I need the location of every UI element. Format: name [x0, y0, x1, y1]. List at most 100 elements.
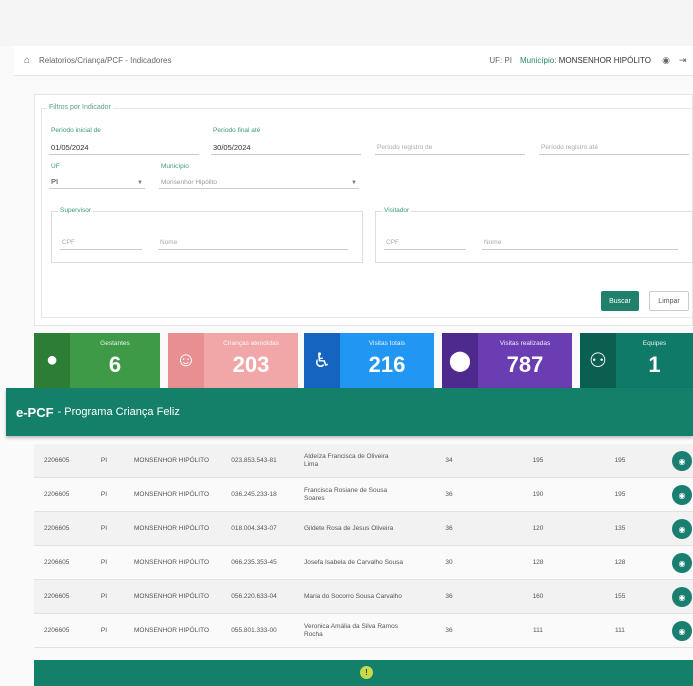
view-eye-icon[interactable]: ◉ — [672, 451, 692, 471]
card-title: Visitas realizadas — [499, 340, 551, 347]
cell-ibge: 2206605 — [44, 627, 70, 634]
walking-icon: ♿ — [304, 333, 340, 388]
card-criancas[interactable]: ☺ Crianças atendidas 203 — [168, 333, 298, 388]
cell-ibge: 2206605 — [44, 491, 70, 498]
card-visitas-realizadas[interactable]: ⬤ Visitas realizadas 787 — [442, 333, 572, 388]
period-start-label: Período inicial de — [51, 127, 101, 134]
card-gestantes[interactable]: ● Gestantes 6 — [34, 333, 160, 388]
bottom-bar: ! — [34, 660, 693, 686]
breadcrumb[interactable]: Relatorios/Criança/PCF - Indicadores — [39, 56, 489, 65]
card-title: Gestantes — [100, 340, 130, 347]
view-eye-icon[interactable]: ◉ — [672, 621, 692, 641]
cell-ibge: 2206605 — [44, 559, 70, 566]
card-title: Visitas totais — [368, 340, 406, 347]
chevron-down-icon: ▼ — [351, 180, 357, 186]
cell-cpf: 018.004.343-07 — [231, 525, 277, 532]
baby-icon: ☺ — [168, 333, 204, 388]
cell-name: Gildete Rosa de Jesus Oliveira — [304, 525, 394, 532]
cell-ibge: 2206605 — [44, 525, 70, 532]
view-eye-icon[interactable]: ◉ — [672, 587, 692, 607]
cell-c2: 128 — [532, 559, 544, 566]
home-icon[interactable]: ⌂ — [24, 55, 34, 66]
period-start-value: 01/05/2024 — [51, 143, 89, 152]
cell-c1: 36 — [445, 491, 453, 498]
cell-c3: 128 — [614, 559, 626, 566]
visitor-cpf-input[interactable]: CPF — [384, 236, 466, 250]
visitor-title: Visitador — [382, 207, 412, 214]
register-end-field[interactable]: Período registro até — [539, 139, 689, 155]
period-end-field[interactable]: Período final até 30/05/2024 — [211, 127, 361, 155]
location-icon: ⬤ — [442, 333, 478, 388]
card-value: 203 — [232, 352, 270, 377]
help-icon[interactable]: ! — [360, 666, 373, 679]
cell-mun: MONSENHOR HIPÓLITO — [134, 457, 210, 464]
cell-name: Josefa Isabela de Carvalho Sousa — [304, 559, 404, 566]
cell-cpf: 066.235.353-45 — [231, 559, 277, 566]
cell-mun: MONSENHOR HIPÓLITO — [134, 627, 210, 634]
card-title: Crianças atendidas — [223, 340, 279, 347]
supervisor-title: Supervisor — [58, 207, 94, 214]
municipio-select-label: Município — [161, 163, 189, 170]
municipio-select-value: Monsenhor Hipólito — [161, 179, 218, 186]
table-row: 2206605 PI MONSENHOR HIPÓLITO 055.801.333-0… — [34, 614, 693, 648]
cell-c1: 30 — [445, 559, 453, 566]
supervisor-cpf-input[interactable]: CPF — [60, 236, 142, 250]
municipio-indicator: Município: MONSENHOR HIPÓLITO — [520, 56, 651, 65]
clear-button[interactable]: Limpar — [649, 291, 689, 311]
cell-c1: 34 — [445, 457, 453, 464]
view-eye-icon[interactable]: ◉ — [672, 553, 692, 573]
cell-c3: 135 — [614, 525, 626, 532]
cell-c2: 195 — [532, 457, 544, 464]
cell-uf: PI — [100, 627, 108, 634]
cell-mun: MONSENHOR HIPÓLITO — [134, 559, 210, 566]
card-value: 787 — [506, 352, 544, 377]
cell-c3: 195 — [614, 457, 626, 464]
visitor-group: Visitador CPF Nome — [375, 207, 693, 263]
cell-c2: 111 — [533, 627, 543, 634]
card-value: 1 — [648, 352, 661, 377]
cell-cpf: 056.220.633-04 — [231, 593, 277, 600]
cell-c2: 160 — [532, 593, 544, 600]
table-row: 2206605 PI MONSENHOR HIPÓLITO 018.004.343-0… — [34, 512, 693, 546]
summary-cards: ● Gestantes 6 ☺ Crianças atendidas 203 ♿ V… — [34, 333, 693, 388]
cell-mun: MONSENHOR HIPÓLITO — [134, 491, 210, 498]
filter-panel: Filtros por Indicador Período inicial de… — [34, 94, 693, 326]
supervisor-group: Supervisor CPF Nome — [51, 207, 363, 263]
view-eye-icon[interactable]: ◉ — [672, 485, 692, 505]
cell-c2: 120 — [532, 525, 544, 532]
cell-mun: MONSENHOR HIPÓLITO — [134, 525, 210, 532]
banner-title: - Programa Criança Feliz — [57, 406, 180, 418]
supervisor-name-input[interactable]: Nome — [158, 236, 348, 250]
cell-ibge: 2206605 — [44, 457, 70, 464]
filter-legend: Filtros por Indicador — [47, 104, 113, 111]
page-header: ⌂ Relatorios/Criança/PCF - Indicadores U… — [14, 46, 693, 76]
municipio-label: Município: — [519, 56, 557, 65]
uf-select-value: PI — [51, 177, 59, 186]
card-equipes[interactable]: ⚇ Equipes 1 — [580, 333, 693, 388]
search-button[interactable]: Buscar — [601, 291, 639, 311]
uf-select[interactable]: UF PI ▼ — [49, 163, 145, 189]
cell-cpf: 036.245.233-18 — [231, 491, 277, 498]
cell-uf: PI — [100, 593, 108, 600]
cell-c1: 36 — [445, 627, 453, 634]
card-title: Equipes — [642, 340, 667, 347]
register-start-field[interactable]: Período registro de — [375, 139, 525, 155]
view-eye-icon[interactable]: ◉ — [672, 519, 692, 539]
register-start-placeholder: Período registro de — [377, 144, 433, 151]
table-row: 2206605 PI MONSENHOR HIPÓLITO 036.245.233-1… — [34, 478, 693, 512]
logout-icon[interactable]: ⇥ — [679, 55, 693, 66]
cell-name: Francisca Rosiane de Sousa Soares — [304, 487, 388, 502]
uf-indicator: UF: PI — [489, 56, 512, 65]
table-row: 2206605 PI MONSENHOR HIPÓLITO 066.235.353-4… — [34, 546, 693, 580]
card-value: 216 — [368, 352, 406, 377]
person-icon: ● — [34, 333, 70, 388]
period-start-field[interactable]: Período inicial de 01/05/2024 — [49, 127, 199, 155]
table-row: 2206605 PI MONSENHOR HIPÓLITO 056.220.633-0… — [34, 580, 693, 614]
card-visitas-totais[interactable]: ♿ Visitas totais 216 — [304, 333, 434, 388]
period-end-value: 30/05/2024 — [213, 143, 251, 152]
municipio-select[interactable]: Município Monsenhor Hipólito ▼ — [159, 163, 359, 189]
cell-uf: PI — [100, 491, 108, 498]
visitor-name-placeholder: Nome — [484, 239, 502, 246]
visitor-name-input[interactable]: Nome — [482, 236, 678, 250]
eye-icon[interactable]: ◉ — [659, 55, 673, 66]
